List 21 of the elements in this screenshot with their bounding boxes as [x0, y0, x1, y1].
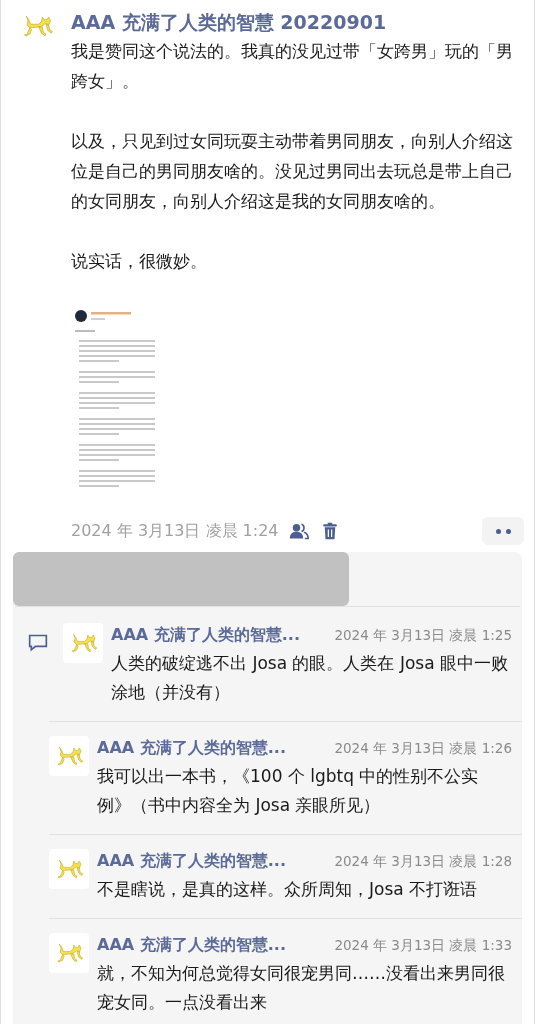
comment-time: 2024 年 3月13日 凌晨 1:28: [334, 852, 512, 871]
comment-time: 2024 年 3月13日 凌晨 1:33: [334, 936, 512, 955]
comment-author[interactable]: AAA 充满了人类的智慧...: [111, 623, 300, 647]
author-name[interactable]: AAA 充满了人类的智慧 20220901: [71, 8, 524, 36]
post-text: 我是赞同这个说法的。我真的没见过带「女跨男」玩的「男跨女」。: [71, 40, 514, 93]
comment-text: 不是瞎说，是真的这样。众所周知，Josa 不打诳语: [97, 878, 479, 901]
comment-author[interactable]: AAA 充满了人类的智慧...: [97, 736, 286, 760]
comment-text: 人类的破绽逃不出 Josa 的眼。人类在 Josa 眼中一败涂地（并没有）: [111, 652, 509, 704]
comment-time: 2024 年 3月13日 凌晨 1:25: [334, 626, 512, 645]
comment-text: 就，不知为何总觉得女同很宠男同……没看出来男同很宠女同。一点没看出来: [97, 962, 506, 1014]
comment-author[interactable]: AAA 充满了人类的智慧...: [97, 933, 286, 957]
more-button[interactable]: [482, 517, 524, 545]
post-timestamp: 2024 年 3月13日 凌晨 1:24: [71, 520, 279, 542]
people-icon[interactable]: [288, 521, 309, 541]
comment-icon: [27, 633, 49, 653]
comment-text: 我可以出一本书，《100 个 lgbtq 中的性别不公实例》（书中内容全为 Josa 亲眼所见）: [97, 765, 480, 817]
post-text: 说实话，很微妙。: [71, 250, 208, 273]
comment-author[interactable]: AAA 充满了人类的智慧...: [97, 849, 286, 873]
comment-time: 2024 年 3月13日 凌晨 1:26: [334, 739, 512, 758]
post-text: 以及，只见到过女同玩耍主动带着男同朋友，向别人介绍这位是自己的男同朋友啥的。没见过男同出去玩总是带上自己的女同朋友，向别人介绍这是我的女同朋友啥的。: [71, 130, 514, 213]
trash-icon[interactable]: [320, 521, 339, 541]
